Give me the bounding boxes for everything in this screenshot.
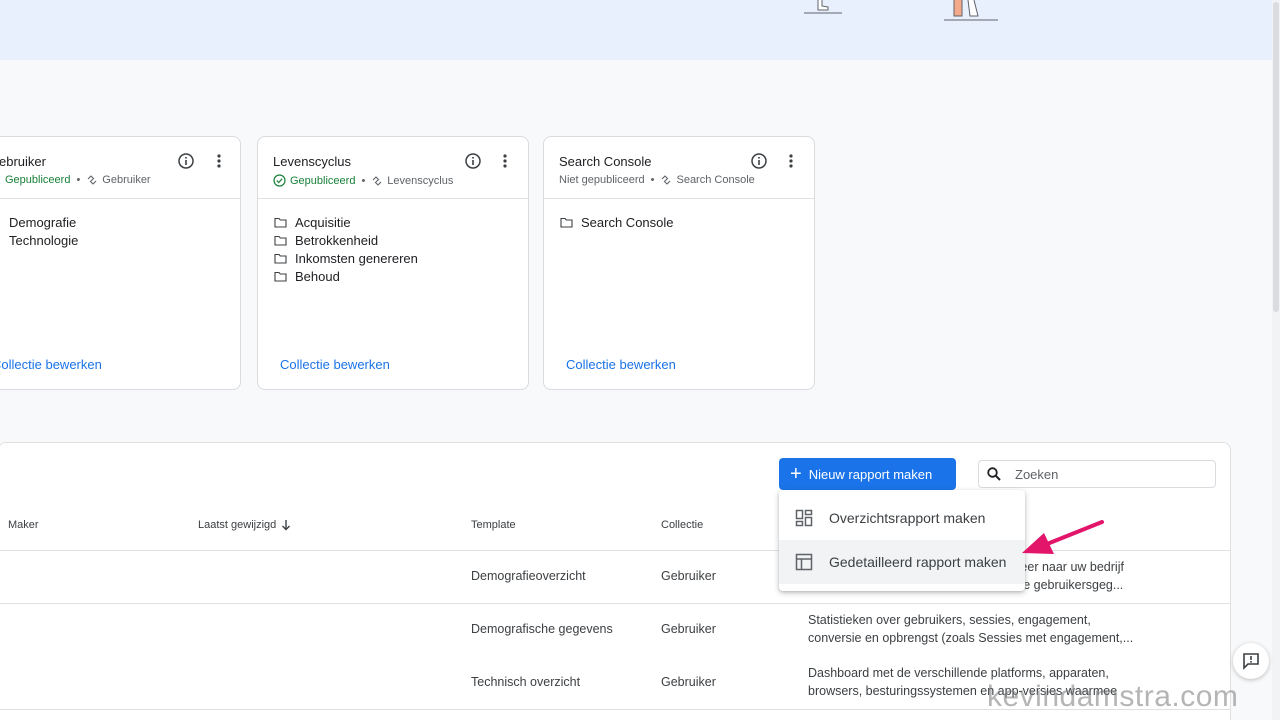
card-meta: Niet gepubliceerd • Search Console bbox=[559, 174, 755, 186]
card-status: Gepubliceerd bbox=[5, 174, 71, 186]
feedback-button[interactable] bbox=[1233, 643, 1269, 679]
arrow-down-icon bbox=[282, 520, 291, 531]
list-item[interactable]: Demografie bbox=[9, 213, 78, 231]
cell-collection: Gebruiker bbox=[661, 569, 716, 583]
check-circle-icon bbox=[273, 174, 286, 187]
more-options-icon[interactable] bbox=[496, 152, 514, 170]
menu-item-overview-report[interactable]: Overzichtsrapport maken bbox=[779, 496, 1025, 540]
card-header: Levenscyclus Gepubliceerd • Levenscyclus bbox=[258, 137, 528, 199]
card-collection-name: Levenscyclus bbox=[387, 174, 454, 187]
edit-collection-link[interactable]: Collectie bewerken bbox=[0, 357, 102, 372]
card-title: Levenscyclus bbox=[273, 154, 352, 169]
info-icon[interactable] bbox=[177, 152, 195, 170]
search-box[interactable] bbox=[978, 460, 1216, 488]
list-item[interactable]: Behoud bbox=[274, 267, 418, 285]
folder-icon bbox=[274, 271, 287, 282]
new-report-menu: Overzichtsrapport maken Gedetailleerd ra… bbox=[779, 490, 1025, 591]
edit-collection-link[interactable]: Collectie bewerken bbox=[280, 357, 390, 372]
list-item-label: Acquisitie bbox=[295, 214, 351, 230]
new-report-button[interactable]: + Nieuw rapport maken bbox=[779, 458, 956, 490]
report-list: Acquisitie Betrokkenheid Inkomsten gener… bbox=[274, 213, 418, 285]
folder-icon bbox=[274, 253, 287, 264]
status-published: Gepubliceerd bbox=[5, 174, 70, 186]
folder-icon bbox=[560, 217, 573, 228]
column-header-template[interactable]: Template bbox=[471, 519, 516, 531]
card-title: ebruiker bbox=[0, 154, 46, 169]
table-divider bbox=[0, 603, 1231, 604]
list-item[interactable]: Technologie bbox=[9, 231, 78, 249]
cell-description: rkeer naar uw bedrijf che gebruikersgeg.… bbox=[1010, 558, 1124, 594]
column-header-last-modified[interactable]: Laatst gewijzigd bbox=[198, 519, 291, 531]
info-icon[interactable] bbox=[464, 152, 482, 170]
card-meta: Gepubliceerd • Gebruiker bbox=[5, 174, 151, 186]
card-status: Niet gepubliceerd bbox=[559, 174, 645, 186]
separator-dot: • bbox=[650, 174, 655, 186]
list-item[interactable]: Acquisitie bbox=[274, 213, 418, 231]
list-item-label: Behoud bbox=[295, 268, 340, 284]
header-banner bbox=[0, 0, 1272, 60]
cell-collection: Gebruiker bbox=[661, 622, 716, 636]
list-item[interactable]: Inkomsten genereren bbox=[274, 249, 418, 267]
list-item-label: Inkomsten genereren bbox=[295, 250, 418, 266]
column-header-label: Laatst gewijzigd bbox=[198, 519, 277, 531]
list-item[interactable]: Betrokkenheid bbox=[274, 231, 418, 249]
description-line: Statistieken over gebruikers, sessies, e… bbox=[808, 613, 1091, 627]
menu-item-label: Gedetailleerd rapport maken bbox=[829, 554, 1007, 570]
description-line: conversie en opbrengst (zoals Sessies me… bbox=[808, 631, 1134, 645]
cell-template[interactable]: Technisch overzicht bbox=[471, 675, 580, 689]
card-collection-name: Search Console bbox=[676, 174, 755, 186]
menu-item-detailed-report[interactable]: Gedetailleerd rapport maken bbox=[779, 540, 1025, 584]
list-item-label: Betrokkenheid bbox=[295, 232, 379, 248]
cell-template[interactable]: Demografische gegevens bbox=[471, 622, 613, 636]
table-icon bbox=[795, 553, 813, 571]
feedback-icon bbox=[1243, 653, 1259, 670]
annotation-arrow-icon bbox=[1022, 520, 1104, 554]
report-list: Search Console bbox=[560, 213, 674, 231]
card-header: Search Console Niet gepubliceerd • Searc… bbox=[544, 137, 814, 199]
list-item-label: Demografie bbox=[9, 214, 77, 230]
card-collection-name: Gebruiker bbox=[102, 174, 151, 186]
card-header: ebruiker Gepubliceerd • Gebruiker bbox=[0, 137, 240, 199]
separator-dot: • bbox=[361, 174, 366, 187]
collection-card-levenscyclus: Levenscyclus Gepubliceerd • Levenscyclus… bbox=[257, 136, 529, 390]
illustration-figure-left bbox=[804, 0, 842, 14]
new-report-label: Nieuw rapport maken bbox=[808, 466, 933, 482]
description-line: che gebruikersgeg... bbox=[1010, 578, 1124, 592]
list-item-label: Technologie bbox=[9, 232, 79, 248]
linked-collection-icon bbox=[87, 175, 97, 185]
info-icon[interactable] bbox=[750, 152, 768, 170]
separator-dot: • bbox=[76, 174, 81, 186]
folder-icon bbox=[274, 235, 287, 246]
card-title: Search Console bbox=[559, 154, 652, 169]
edit-collection-link[interactable]: Collectie bewerken bbox=[566, 357, 676, 372]
card-status: Gepubliceerd bbox=[290, 174, 356, 187]
dashboard-icon bbox=[795, 509, 813, 527]
column-header-maker[interactable]: Maker bbox=[8, 519, 39, 531]
search-icon bbox=[987, 467, 1001, 481]
folder-icon bbox=[274, 217, 287, 228]
card-meta: Gepubliceerd • Levenscyclus bbox=[273, 174, 453, 187]
linked-collection-icon bbox=[662, 175, 671, 185]
list-item-label: Search Console bbox=[581, 214, 674, 230]
column-header-collection[interactable]: Collectie bbox=[661, 519, 703, 531]
report-list: Demografie Technologie bbox=[9, 213, 78, 249]
cell-description: Statistieken over gebruikers, sessies, e… bbox=[808, 611, 1133, 647]
cell-collection: Gebruiker bbox=[661, 675, 716, 689]
plus-icon: + bbox=[790, 463, 802, 485]
collection-card-search-console: Search Console Niet gepubliceerd • Searc… bbox=[543, 136, 815, 390]
page-scrollbar[interactable] bbox=[1272, 0, 1280, 720]
collection-card-gebruiker: ebruiker Gepubliceerd • Gebruiker Demogr… bbox=[0, 136, 241, 390]
list-item[interactable]: Search Console bbox=[560, 213, 674, 231]
status-published: Gepubliceerd bbox=[273, 174, 355, 187]
search-input[interactable] bbox=[1015, 466, 1205, 482]
watermark: kevindamstra.com bbox=[987, 680, 1239, 713]
description-line: rkeer naar uw bedrijf bbox=[1010, 560, 1124, 574]
linked-collection-icon bbox=[372, 175, 382, 186]
cell-template[interactable]: Demografieoverzicht bbox=[471, 569, 586, 583]
menu-item-label: Overzichtsrapport maken bbox=[829, 510, 986, 526]
more-options-icon[interactable] bbox=[782, 152, 800, 170]
illustration-figure-right bbox=[944, 0, 998, 21]
more-options-icon[interactable] bbox=[210, 152, 228, 170]
scrollbar-thumb[interactable] bbox=[1273, 2, 1279, 312]
